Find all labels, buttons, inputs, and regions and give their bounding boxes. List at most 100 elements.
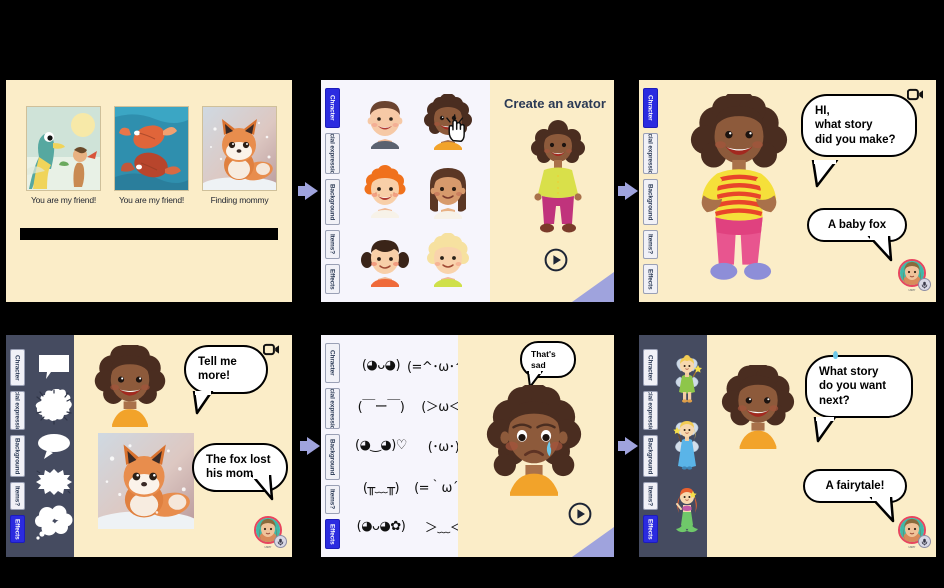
tab-effects[interactable]: Effects	[642, 515, 658, 544]
tab-label: facial expression	[646, 391, 654, 430]
story-stage: Tell me more! The fox lost his mom. user	[74, 335, 292, 557]
story-card[interactable]: Finding mommy	[202, 106, 277, 205]
blue-fairy-option[interactable]	[672, 420, 702, 472]
tab-items[interactable]: Items?	[324, 484, 340, 515]
tab-facial-expression[interactable]: facial expression	[324, 387, 340, 430]
panel-next-story: Chracter facial expression Background It…	[639, 335, 936, 557]
speech-bubble-tail	[250, 475, 274, 501]
tab-effects[interactable]: Effects	[642, 264, 658, 294]
tab-effects[interactable]: Effects	[324, 519, 340, 549]
microphone-icon[interactable]	[918, 278, 931, 291]
story-card[interactable]: You are my friend!	[114, 106, 189, 205]
thought-cloud-bubble-option[interactable]	[34, 504, 74, 540]
story-thumbnail-koi[interactable]	[114, 106, 189, 191]
speech-bubble-tail	[869, 497, 895, 523]
tab-label: Effects	[646, 268, 654, 290]
story-image-fox[interactable]	[91, 433, 200, 537]
tab-rail: Chracter facial expression Background It…	[321, 80, 343, 302]
avatar-striped-full-body	[690, 94, 788, 280]
kawaii-face-option[interactable]: (￣ー￣)	[358, 396, 405, 415]
story-stage: HI, what story did you make? A baby fox	[661, 80, 936, 302]
tab-background[interactable]: Background	[324, 179, 340, 225]
tab-label: facial expression	[328, 132, 336, 175]
user-avatar-chip[interactable]: user	[898, 259, 931, 292]
tab-label: Effects	[13, 518, 21, 540]
rounded-speech-bubble-option[interactable]	[36, 352, 72, 382]
tab-background[interactable]: Background	[642, 179, 658, 225]
speech-bubble-tail	[811, 160, 839, 188]
tab-facial-expression[interactable]: facial expression	[9, 391, 25, 430]
face-option-boy-orange-curly[interactable]	[361, 164, 409, 218]
avatar-head-crying	[486, 385, 582, 496]
tab-items[interactable]: Items?	[324, 229, 340, 260]
kawaii-face-option[interactable]: ＞﹏＜	[425, 517, 463, 536]
speech-bubble-avatar: HI, what story did you make?	[801, 94, 917, 158]
tab-label: Background	[13, 438, 21, 475]
user-avatar-chip[interactable]: user	[254, 516, 287, 549]
avatar-head-happy	[94, 345, 166, 427]
kawaii-face-option[interactable]: (◕ᴗ◕✿)	[357, 519, 406, 534]
tab-label: Background	[646, 183, 654, 221]
story-caption: You are my friend!	[30, 195, 97, 205]
story-card[interactable]: You are my friend!	[26, 106, 101, 205]
tab-label: Effects	[328, 523, 336, 545]
tab-facial-expression[interactable]: facial expression	[324, 132, 340, 175]
tab-effects[interactable]: Effects	[9, 515, 25, 544]
face-option-boy-blonde-curly[interactable]	[424, 232, 472, 287]
play-button[interactable]	[544, 248, 568, 277]
microphone-icon[interactable]	[918, 535, 931, 548]
tab-label: Chracter	[646, 95, 654, 121]
character-rail: Chracter facial expression Background It…	[639, 335, 707, 557]
story-thumbnail-dinosaur[interactable]	[26, 106, 101, 191]
spiky-burst-bubble-option[interactable]	[35, 389, 73, 425]
story-thumbnail-list: You are my friend! You are my friend! Fi…	[26, 106, 277, 205]
tab-label: Chracter	[328, 350, 336, 376]
face-option-girl-pigtails[interactable]	[360, 233, 410, 287]
story-thumbnail-fox[interactable]	[202, 106, 277, 191]
user-avatar-chip[interactable]: user	[898, 516, 931, 549]
avatar-preview-stage: Create an avator	[490, 80, 614, 302]
panel-story-question: Chracter facial expression Background It…	[639, 80, 936, 302]
tab-facial-expression[interactable]: facial expression	[642, 132, 658, 175]
flow-arrow-4	[625, 437, 638, 455]
oval-speech-bubble-option[interactable]	[35, 432, 73, 460]
tab-background[interactable]: Background	[642, 434, 658, 478]
tab-label: Effects	[646, 518, 654, 540]
tab-items[interactable]: Items?	[642, 229, 658, 260]
tab-character[interactable]: Chracter	[642, 88, 658, 128]
story-stage: What story do you want next? A fairytale…	[707, 335, 936, 557]
tab-character[interactable]: Chracter	[642, 349, 658, 387]
tab-character[interactable]: Chracter	[9, 349, 25, 387]
panel-thats-sad: Chracter facial expression Background It…	[321, 335, 614, 557]
tab-rail: Chracter facial expression Background It…	[321, 335, 343, 557]
tab-background[interactable]: Background	[9, 434, 25, 478]
face-option-boy-brown-hair[interactable]	[361, 95, 409, 150]
green-fairy-option[interactable]	[672, 355, 702, 407]
pointing-hand-cursor	[443, 114, 471, 149]
tab-character[interactable]: Chracter	[324, 88, 340, 128]
facial-expression-gallery: (◕ᴗ◕) (=^･ω･^=) (￣ー￣) (＞ω＜) (◕‿◕)♡ (･ω･)…	[343, 335, 481, 557]
face-option-girl-long-brown[interactable]	[423, 163, 473, 219]
tab-character[interactable]: Chracter	[324, 343, 340, 383]
tab-facial-expression[interactable]: facial expression	[642, 391, 658, 430]
kawaii-face-option[interactable]: (◕ᴗ◕)	[362, 358, 401, 373]
kawaii-face-option[interactable]: (◕‿◕)♡	[355, 438, 407, 453]
tab-items[interactable]: Items?	[642, 482, 658, 511]
tab-label: Effects	[328, 268, 336, 290]
fairy-character-list	[666, 343, 707, 549]
story-caption: You are my friend!	[118, 195, 185, 205]
speech-bubble-tail	[192, 391, 214, 415]
red-hair-mermaid-option[interactable]	[672, 485, 702, 537]
tab-label: Chracter	[646, 354, 654, 381]
starburst-bubble-option[interactable]	[35, 467, 73, 497]
tab-items[interactable]: Items?	[9, 482, 25, 511]
kawaii-face-option[interactable]: (･ω･)	[428, 436, 460, 455]
microphone-icon[interactable]	[274, 535, 287, 548]
tab-rail: Chracter facial expression Background It…	[6, 343, 28, 549]
tab-rail: Chracter facial expression Background It…	[639, 343, 661, 549]
kawaii-face-option[interactable]: (╥﹏╥)	[363, 477, 400, 496]
tab-label: Chracter	[328, 95, 336, 121]
tab-effects[interactable]: Effects	[324, 264, 340, 294]
tab-background[interactable]: Background	[324, 434, 340, 480]
tab-label: Background	[328, 183, 336, 221]
